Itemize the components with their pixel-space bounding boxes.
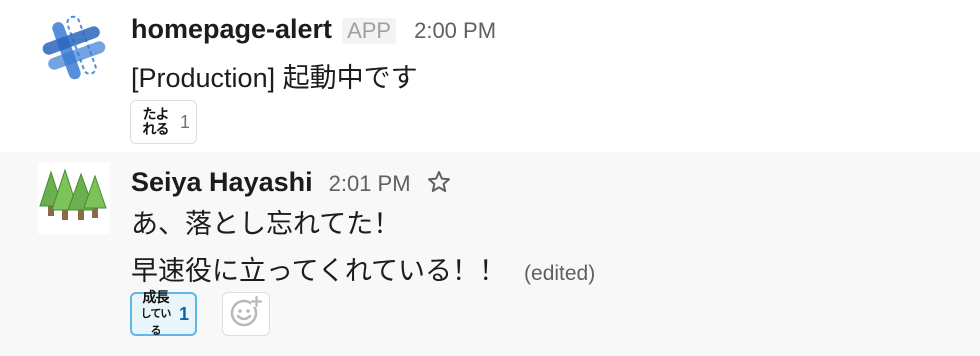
message-seiya-hayashi: Seiya Hayashi 2:01 PM あ、落とし忘れてた！ 早速役に立って… xyxy=(0,152,980,356)
reaction-tayoreru[interactable]: たよれる 1 xyxy=(130,100,197,144)
message-header: homepage-alert APP 2:00 PM xyxy=(131,14,496,45)
timestamp[interactable]: 2:01 PM xyxy=(329,171,411,197)
message-text: [Production] 起動中です xyxy=(131,63,418,93)
emoji-text-bottom: している xyxy=(140,307,172,337)
reaction-seichou-shiteiru[interactable]: 成長 している 1 xyxy=(130,288,197,339)
sender-name[interactable]: Seiya Hayashi xyxy=(131,167,313,198)
star-icon[interactable] xyxy=(427,170,451,194)
message-homepage-alert: homepage-alert APP 2:00 PM [Production] … xyxy=(0,0,980,152)
sender-name[interactable]: homepage-alert xyxy=(131,14,332,45)
reaction-count: 1 xyxy=(178,303,189,324)
app-badge: APP xyxy=(342,18,397,44)
message-text-line-2: 早速役に立ってくれている！！ (edited) xyxy=(131,249,595,288)
trees-icon[interactable] xyxy=(38,162,110,234)
timestamp[interactable]: 2:00 PM xyxy=(414,18,496,44)
message-text-line-2-content: 早速役に立ってくれている！！ xyxy=(131,256,507,286)
add-reaction-button[interactable] xyxy=(222,292,270,336)
reaction-count: 1 xyxy=(179,111,190,132)
tayoreru-emoji-icon: たよれる xyxy=(142,106,169,137)
edited-label: (edited) xyxy=(524,262,596,285)
emoji-text-top: 成長 xyxy=(142,288,169,305)
message-text-line-1: あ、落とし忘れてた！ xyxy=(131,209,401,239)
seichou-emoji-icon: 成長 している xyxy=(138,288,173,339)
app-hash-logo-icon[interactable] xyxy=(38,12,110,84)
message-header: Seiya Hayashi 2:01 PM xyxy=(131,167,451,198)
add-reaction-icon xyxy=(229,295,263,334)
